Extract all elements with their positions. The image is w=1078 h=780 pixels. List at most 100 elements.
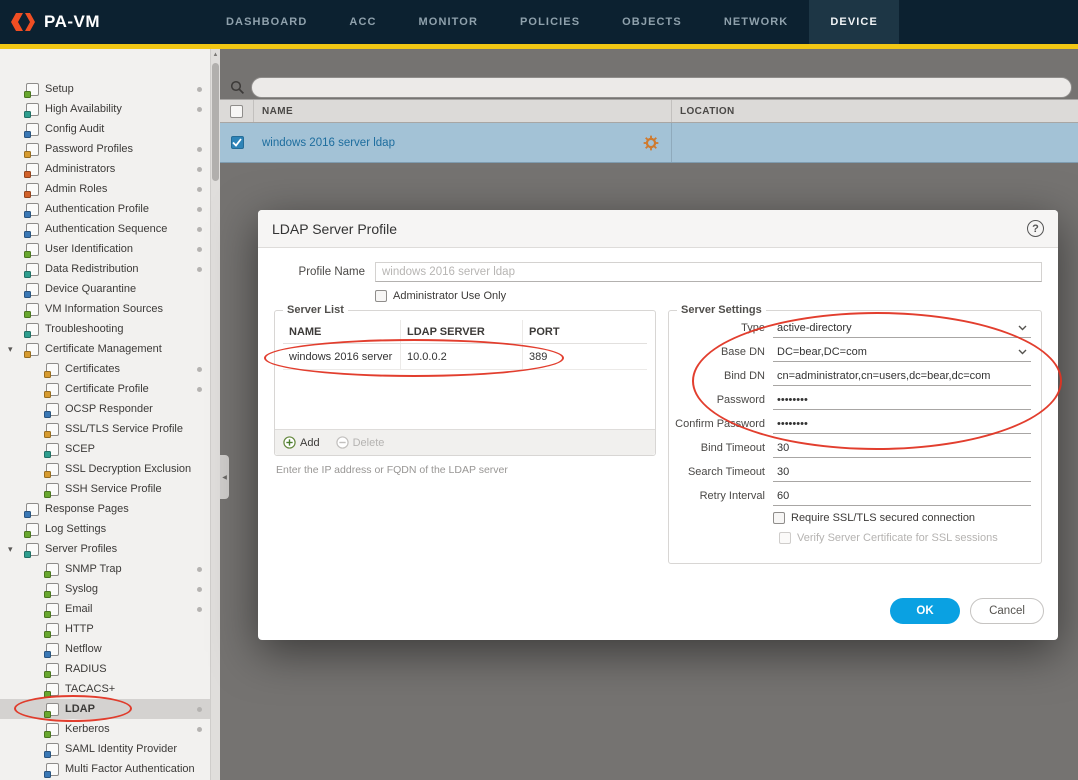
- troubleshooting-icon: [24, 322, 39, 338]
- sidebar-item-administrators[interactable]: Administrators: [0, 159, 210, 179]
- password-input[interactable]: ••••••••: [773, 391, 1031, 410]
- server-list-column-ldap-server[interactable]: LDAP SERVER: [401, 320, 523, 343]
- status-dot: [197, 167, 202, 172]
- nav-tab-dashboard[interactable]: DASHBOARD: [205, 0, 328, 44]
- retry-interval-input[interactable]: 60: [773, 487, 1031, 506]
- profile-name-link[interactable]: windows 2016 server ldap: [262, 137, 395, 149]
- sidebar-item-server-profiles[interactable]: ▾ Server Profiles: [0, 539, 210, 559]
- status-dot: [197, 567, 202, 572]
- sidebar-item-kerberos[interactable]: Kerberos: [0, 719, 210, 739]
- sidebar-item-snmp-trap[interactable]: SNMP Trap: [0, 559, 210, 579]
- scrollbar-thumb[interactable]: [212, 63, 219, 181]
- column-header-name[interactable]: NAME: [254, 100, 672, 122]
- certificate-profile-icon: [44, 382, 59, 398]
- config-audit-icon: [24, 122, 39, 138]
- sidebar-item-ocsp-responder[interactable]: OCSP Responder: [0, 399, 210, 419]
- server-list-column-port[interactable]: PORT: [523, 320, 647, 343]
- server-list-fieldset: Server List NAME LDAP SERVER PORT windows …: [274, 304, 656, 456]
- settings-field: Search Timeout 30: [669, 460, 1041, 484]
- kerberos-icon: [44, 722, 59, 738]
- profile-name-input[interactable]: windows 2016 server ldap: [375, 262, 1042, 282]
- sidebar-item-authentication-profile[interactable]: Authentication Profile: [0, 199, 210, 219]
- dialog-header: LDAP Server Profile ?: [258, 210, 1058, 248]
- row-settings-gear-icon[interactable]: [643, 135, 659, 151]
- search-timeout-input[interactable]: 30: [773, 463, 1031, 482]
- server-profiles-icon: [24, 542, 39, 558]
- chevron-expanded-icon[interactable]: ▾: [8, 344, 13, 355]
- sidebar-item-multi-factor-authentication[interactable]: Multi Factor Authentication: [0, 759, 210, 779]
- sidebar-item-log-settings[interactable]: Log Settings: [0, 519, 210, 539]
- sidebar-item-device-quarantine[interactable]: Device Quarantine: [0, 279, 210, 299]
- sidebar-item-password-profiles[interactable]: Password Profiles: [0, 139, 210, 159]
- sidebar-item-data-redistribution[interactable]: Data Redistribution: [0, 259, 210, 279]
- server-list-row[interactable]: windows 2016 server 10.0.0.2 389: [283, 344, 647, 370]
- sidebar-item-ssl-tls-service-profile[interactable]: SSL/TLS Service Profile: [0, 419, 210, 439]
- delete-server-button[interactable]: Delete: [335, 436, 384, 449]
- search-input[interactable]: [251, 76, 1072, 98]
- sidebar-item-ssh-service-profile[interactable]: SSH Service Profile: [0, 479, 210, 499]
- vm-information-sources-icon: [24, 302, 39, 318]
- sidebar-item-netflow[interactable]: Netflow: [0, 639, 210, 659]
- status-dot: [197, 387, 202, 392]
- chevron-expanded-icon[interactable]: ▾: [8, 544, 13, 555]
- cancel-button[interactable]: Cancel: [970, 598, 1044, 624]
- sidebar-item-troubleshooting[interactable]: Troubleshooting: [0, 319, 210, 339]
- sidebar-item-certificates[interactable]: Certificates: [0, 359, 210, 379]
- sidebar-item-high-availability[interactable]: High Availability: [0, 99, 210, 119]
- help-icon[interactable]: ?: [1027, 220, 1044, 237]
- sidebar-item-scep[interactable]: SCEP: [0, 439, 210, 459]
- nav-tab-policies[interactable]: POLICIES: [499, 0, 601, 44]
- scrollbar-up-icon[interactable]: ▲: [211, 49, 220, 61]
- bind-dn-input[interactable]: cn=administrator,cn=users,dc=bear,dc=com: [773, 367, 1031, 386]
- sidebar-item-certificate-management[interactable]: ▾ Certificate Management: [0, 339, 210, 359]
- sidebar-item-response-pages[interactable]: Response Pages: [0, 499, 210, 519]
- row-location-cell: [672, 123, 1078, 162]
- admin-use-only-checkbox[interactable]: [375, 290, 387, 302]
- row-checkbox[interactable]: [230, 136, 244, 149]
- sidebar-item-admin-roles[interactable]: Admin Roles: [0, 179, 210, 199]
- nav-tab-network[interactable]: NETWORK: [703, 0, 810, 44]
- sidebar-collapse-handle[interactable]: ◀: [220, 455, 229, 499]
- sidebar-scrollbar[interactable]: ▲: [210, 49, 220, 780]
- nav-tab-acc[interactable]: ACC: [328, 0, 397, 44]
- type-select[interactable]: active-directory: [773, 319, 1031, 338]
- settings-field: Retry Interval 60: [669, 484, 1041, 508]
- sidebar-item-user-identification[interactable]: User Identification: [0, 239, 210, 259]
- sidebar-item-config-audit[interactable]: Config Audit: [0, 119, 210, 139]
- sidebar-item-saml-identity-provider[interactable]: SAML Identity Provider: [0, 739, 210, 759]
- radius-icon: [44, 662, 59, 678]
- admin-use-only-row: Administrator Use Only: [375, 290, 506, 302]
- settings-field: Bind DN cn=administrator,cn=users,dc=bea…: [669, 364, 1041, 388]
- sidebar-item-tacacs[interactable]: TACACS+: [0, 679, 210, 699]
- sidebar-item-ssl-decryption-exclusion[interactable]: SSL Decryption Exclusion: [0, 459, 210, 479]
- sidebar-item-ldap[interactable]: LDAP: [0, 699, 210, 719]
- confirm-password-input[interactable]: ••••••••: [773, 415, 1031, 434]
- add-server-button[interactable]: Add: [283, 436, 320, 449]
- sidebar-item-radius[interactable]: RADIUS: [0, 659, 210, 679]
- server-list-column-name[interactable]: NAME: [283, 320, 401, 343]
- sidebar-item-authentication-sequence[interactable]: Authentication Sequence: [0, 219, 210, 239]
- ok-button[interactable]: OK: [890, 598, 960, 624]
- sidebar-tree: Setup High Availability Config Audit Pas…: [0, 79, 210, 779]
- nav-tab-objects[interactable]: OBJECTS: [601, 0, 703, 44]
- nav-tab-monitor[interactable]: MONITOR: [398, 0, 499, 44]
- bind-timeout-input[interactable]: 30: [773, 439, 1031, 458]
- column-header-location[interactable]: LOCATION: [672, 100, 1078, 122]
- saml-identity-provider-icon: [44, 742, 59, 758]
- sidebar-item-certificate-profile[interactable]: Certificate Profile: [0, 379, 210, 399]
- select-all-checkbox[interactable]: [230, 104, 243, 118]
- netflow-icon: [44, 642, 59, 658]
- require-ssl-tls-secured-connection-checkbox[interactable]: [773, 512, 785, 524]
- nav-tab-device[interactable]: DEVICE: [809, 0, 899, 44]
- sidebar-item-syslog[interactable]: Syslog: [0, 579, 210, 599]
- sidebar-item-email[interactable]: Email: [0, 599, 210, 619]
- top-nav: DASHBOARD ACC MONITOR POLICIES OBJECTS N…: [205, 0, 899, 44]
- server-settings-fieldset: Server Settings Type active-directory Ba…: [668, 304, 1042, 564]
- email-icon: [44, 602, 59, 618]
- sidebar-item-vm-information-sources[interactable]: VM Information Sources: [0, 299, 210, 319]
- table-row[interactable]: windows 2016 server ldap: [220, 123, 1078, 163]
- base-dn-select[interactable]: DC=bear,DC=com: [773, 343, 1031, 362]
- chevron-down-icon: [1018, 349, 1027, 355]
- sidebar-item-http[interactable]: HTTP: [0, 619, 210, 639]
- sidebar-item-setup[interactable]: Setup: [0, 79, 210, 99]
